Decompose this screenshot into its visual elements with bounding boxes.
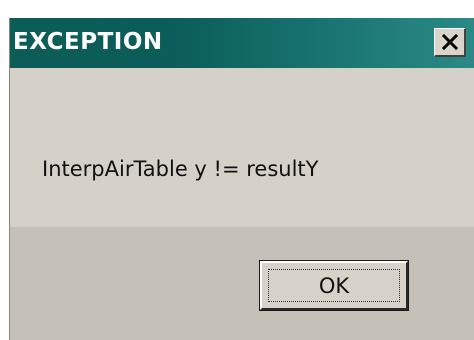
button-area: OK [10, 227, 474, 340]
exception-dialog: EXCEPTION InterpAirTable y != resultY OK [9, 18, 474, 340]
close-button[interactable] [434, 28, 466, 57]
dialog-title: EXCEPTION [13, 29, 163, 55]
ok-button[interactable]: OK [259, 260, 409, 311]
ok-button-label: OK [318, 273, 350, 298]
error-message: InterpAirTable y != resultY [42, 157, 319, 181]
close-icon [441, 34, 458, 50]
title-bar[interactable]: EXCEPTION [10, 18, 474, 68]
